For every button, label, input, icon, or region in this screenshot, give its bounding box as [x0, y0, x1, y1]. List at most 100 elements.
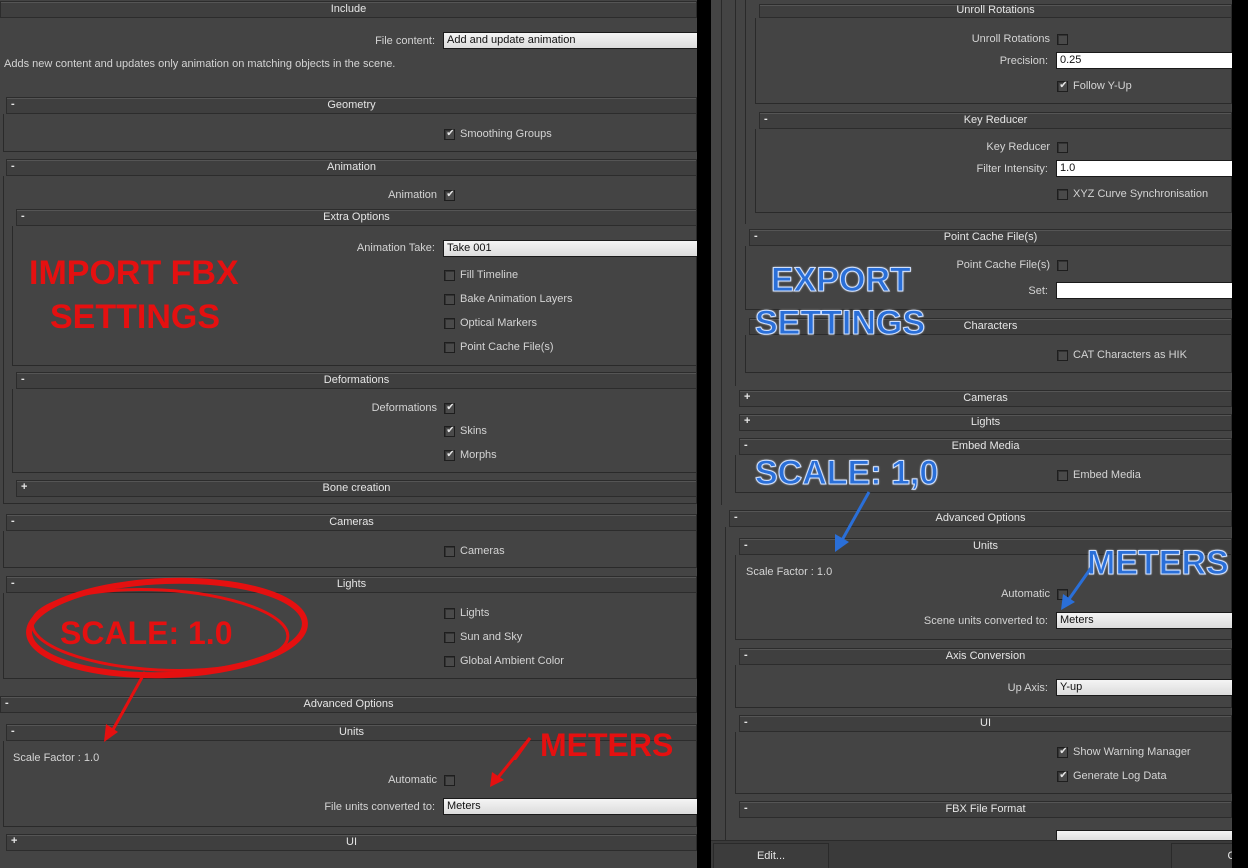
deformations-checkbox[interactable]: ✔ — [444, 402, 455, 414]
import-title-annotation-line1: IMPORT FBX — [29, 254, 239, 292]
fbx-file-format-rollout-header[interactable]: - FBX File Format — [739, 801, 1232, 818]
file-units-dropdown[interactable]: Meters — [443, 798, 697, 815]
bone-creation-rollout-header[interactable]: + Bone creation — [16, 480, 697, 497]
animation-label: Animation — [388, 189, 437, 201]
right-edge — [1232, 0, 1248, 868]
ok-button[interactable]: O — [1171, 843, 1232, 868]
nest-line — [725, 527, 726, 840]
extra-options-title: Extra Options — [323, 211, 390, 223]
bake-layers-checkbox[interactable] — [444, 294, 455, 305]
unroll-rotations-label: Unroll Rotations — [971, 33, 1050, 45]
geometry-rollout-header[interactable]: - Geometry — [6, 97, 697, 114]
check-icon: ✔ — [1059, 770, 1068, 781]
skins-label: Skins — [460, 425, 487, 437]
deformations-label: Deformations — [371, 402, 437, 414]
smoothing-groups-checkbox[interactable]: ✔ — [444, 128, 455, 140]
point-cache-rollout-header[interactable]: - Point Cache File(s) — [749, 229, 1232, 246]
lights-rollout-header[interactable]: + Lights — [739, 414, 1232, 431]
import-meters-annotation: METERS — [540, 727, 674, 763]
ui-rollout-header[interactable]: - UI — [739, 715, 1232, 732]
point-cache-title: Point Cache File(s) — [943, 231, 1038, 243]
cameras-rollout-header[interactable]: - Cameras — [6, 514, 697, 531]
file-content-dropdown[interactable]: Add and update animation — [443, 32, 697, 49]
automatic-label: Automatic — [388, 774, 437, 786]
export-title-annotation-line1: EXPORT — [771, 261, 912, 300]
show-warning-label: Show Warning Manager — [1073, 746, 1191, 758]
up-axis-dropdown[interactable]: Y-up — [1056, 679, 1232, 696]
smoothing-groups-label: Smoothing Groups — [460, 128, 552, 140]
generate-log-label: Generate Log Data — [1073, 770, 1167, 782]
embed-media-title: Embed Media — [951, 440, 1020, 452]
check-icon: ✔ — [446, 128, 455, 139]
embed-media-label: Embed Media — [1073, 469, 1141, 481]
automatic-label: Automatic — [1001, 588, 1050, 600]
key-reducer-title: Key Reducer — [963, 114, 1028, 126]
follow-y-up-label: Follow Y-Up — [1073, 80, 1132, 92]
animation-checkbox[interactable]: ✔ — [444, 189, 455, 201]
filter-intensity-label: Filter Intensity: — [976, 163, 1048, 175]
embed-media-checkbox[interactable] — [1057, 470, 1068, 481]
axis-conversion-title: Axis Conversion — [945, 650, 1026, 662]
unroll-rotations-checkbox[interactable] — [1057, 34, 1068, 45]
check-icon: ✔ — [446, 449, 455, 460]
ui-frame — [735, 732, 1232, 794]
morphs-checkbox[interactable]: ✔ — [444, 449, 455, 461]
up-axis-label: Up Axis: — [1007, 682, 1048, 694]
panel-gap — [697, 0, 711, 868]
file-content-description: Adds new content and updates only animat… — [4, 58, 396, 70]
ui-rollout-header[interactable]: + UI — [6, 834, 697, 851]
animation-take-label: Animation Take: — [356, 242, 435, 254]
include-title: Include — [330, 3, 367, 15]
file-units-label: File units converted to: — [324, 801, 435, 813]
filter-intensity-input[interactable]: 1.0 — [1056, 160, 1232, 177]
point-cache-label: Point Cache File(s) — [460, 341, 554, 353]
axis-conversion-rollout-header[interactable]: - Axis Conversion — [739, 648, 1232, 665]
cat-hik-checkbox[interactable] — [1057, 350, 1068, 361]
nest-line — [721, 0, 722, 505]
check-icon: ✔ — [446, 425, 455, 436]
edit-button[interactable]: Edit... — [713, 843, 829, 868]
include-rollout-header[interactable]: Include — [0, 1, 697, 18]
point-cache-checkbox[interactable] — [1057, 260, 1068, 271]
optical-markers-checkbox[interactable] — [444, 318, 455, 329]
advanced-options-title: Advanced Options — [935, 512, 1026, 524]
show-warning-checkbox[interactable]: ✔ — [1057, 746, 1068, 758]
unroll-rotations-rollout-header[interactable]: Unroll Rotations — [759, 4, 1232, 18]
cameras-rollout-header[interactable]: + Cameras — [739, 390, 1232, 407]
point-cache-checkbox[interactable] — [444, 342, 455, 353]
cameras-checkbox[interactable] — [444, 546, 455, 557]
export-title-annotation-line2: SETTINGS — [754, 304, 926, 343]
export-settings-panel: Unroll Rotations Unroll Rotations Precis… — [711, 0, 1232, 868]
skins-checkbox[interactable]: ✔ — [444, 425, 455, 437]
key-reducer-rollout-header[interactable]: - Key Reducer — [759, 112, 1232, 129]
key-reducer-label: Key Reducer — [986, 141, 1050, 153]
bake-layers-label: Bake Animation Layers — [460, 293, 573, 305]
key-reducer-checkbox[interactable] — [1057, 142, 1068, 153]
dialog-button-bar: Edit... O — [711, 840, 1232, 868]
blue-meters-arrow — [1061, 567, 1093, 610]
advanced-options-rollout-header[interactable]: - Advanced Options — [729, 510, 1232, 527]
fill-timeline-checkbox[interactable] — [444, 270, 455, 281]
blue-scale-arrow — [835, 491, 871, 552]
set-input[interactable] — [1056, 282, 1232, 299]
ui-title: UI — [346, 836, 357, 848]
automatic-checkbox[interactable] — [444, 775, 455, 786]
import-settings-panel: Include File content: Add and update ani… — [0, 0, 697, 868]
fill-timeline-label: Fill Timeline — [460, 269, 519, 281]
unroll-rotations-title: Unroll Rotations — [956, 4, 1035, 16]
check-icon: ✔ — [1059, 746, 1068, 757]
nest-line — [745, 0, 746, 224]
import-scale-annotation: SCALE: 1.0 — [60, 615, 233, 651]
extra-options-rollout-header[interactable]: - Extra Options — [16, 209, 697, 226]
animation-rollout-header[interactable]: - Animation — [6, 159, 697, 176]
generate-log-checkbox[interactable]: ✔ — [1057, 770, 1068, 782]
xyz-sync-checkbox[interactable] — [1057, 189, 1068, 200]
follow-y-up-checkbox[interactable]: ✔ — [1057, 80, 1068, 92]
precision-input[interactable]: 0.25 — [1056, 52, 1232, 69]
animation-take-dropdown[interactable]: Take 001 — [443, 240, 697, 257]
cameras-title: Cameras — [329, 516, 374, 528]
xyz-sync-label: XYZ Curve Synchronisation — [1073, 188, 1209, 200]
deformations-rollout-header[interactable]: - Deformations — [16, 372, 697, 389]
geometry-title: Geometry — [327, 99, 376, 111]
precision-label: Precision: — [999, 55, 1048, 67]
